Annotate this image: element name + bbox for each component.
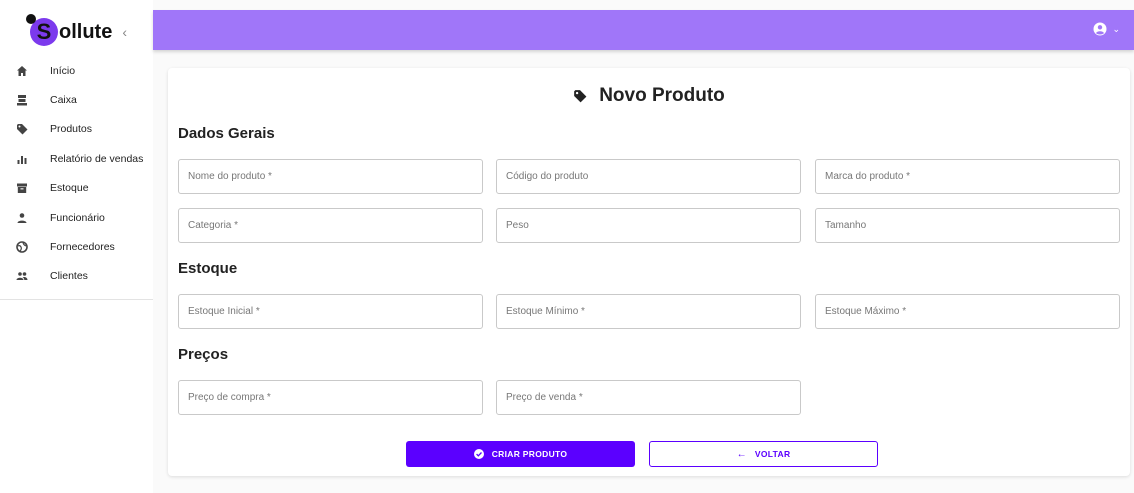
initial-stock-input[interactable] <box>179 295 482 328</box>
section-title-stock: Estoque <box>178 260 238 277</box>
weight-field <box>496 208 801 243</box>
sidebar-item-estoque[interactable]: Estoque <box>0 174 153 203</box>
people-icon <box>16 270 28 282</box>
create-product-label: CRIAR PRODUTO <box>491 449 568 459</box>
check-circle-icon <box>473 449 484 459</box>
purchase-price-field <box>178 380 483 415</box>
tag-icon <box>574 90 587 103</box>
back-label: VOLTAR <box>754 449 791 459</box>
back-button[interactable]: ← VOLTAR <box>649 441 878 467</box>
sidebar-item-produtos[interactable]: Produtos <box>0 115 153 144</box>
new-product-form: Novo Produto Dados Gerais Estoque Preços <box>168 68 1130 476</box>
user-circle-icon <box>1093 22 1107 36</box>
max-stock-field <box>815 294 1120 329</box>
archive-icon <box>16 182 28 194</box>
create-product-button[interactable]: CRIAR PRODUTO <box>406 441 635 467</box>
category-input[interactable] <box>179 209 482 242</box>
initial-stock-field <box>178 294 483 329</box>
sidebar-item-relatorio-de-vendas[interactable]: Relatório de vendas <box>0 144 153 173</box>
category-field <box>178 208 483 243</box>
sidebar-item-label: Caixa <box>50 94 77 107</box>
home-icon <box>16 65 28 77</box>
sidebar-item-inicio[interactable]: Início <box>0 56 153 85</box>
top-app-bar: ⌄ <box>153 10 1134 50</box>
globe-icon <box>16 241 28 253</box>
sidebar-item-clientes[interactable]: Clientes <box>0 262 153 291</box>
sidebar-item-label: Fornecedores <box>50 241 115 254</box>
person-icon <box>16 212 28 224</box>
section-title-prices: Preços <box>178 346 229 363</box>
page-title-text: Novo Produto <box>599 85 725 106</box>
sidebar-item-label: Funcionário <box>50 211 105 224</box>
product-brand-field <box>815 159 1120 194</box>
sidebar-nav: Início Caixa Produtos Relatório de venda… <box>0 56 153 301</box>
product-code-input[interactable] <box>497 160 800 193</box>
chevron-down-icon: ⌄ <box>1112 23 1120 34</box>
sidebar-item-funcionario[interactable]: Funcionário <box>0 203 153 232</box>
sidebar-item-label: Início <box>50 64 76 77</box>
size-field <box>815 208 1120 243</box>
min-stock-field <box>496 294 801 329</box>
min-stock-input[interactable] <box>497 295 800 328</box>
bar-chart-icon <box>16 153 28 165</box>
sidebar-item-label: Relatório de vendas <box>50 152 144 165</box>
sidebar-item-label: Produtos <box>50 123 93 136</box>
sidebar-item-fornecedores[interactable]: Fornecedores <box>0 232 153 261</box>
cash-register-icon <box>16 94 28 106</box>
product-code-field <box>496 159 801 194</box>
sidebar-item-label: Estoque <box>50 182 89 195</box>
product-brand-input[interactable] <box>816 160 1119 193</box>
product-name-input[interactable] <box>179 160 482 193</box>
section-title-general: Dados Gerais <box>178 125 275 142</box>
tag-icon <box>16 123 28 135</box>
brand-name: ollute <box>59 20 113 43</box>
arrow-left-icon: ← <box>736 448 747 460</box>
sidebar-item-label: Clientes <box>50 270 88 283</box>
size-input[interactable] <box>816 209 1119 242</box>
sidebar: S ollute ‹ Início Caixa Produtos Relatór… <box>0 0 153 493</box>
purchase-price-input[interactable] <box>179 381 482 414</box>
page-title: Novo Produto <box>168 85 1130 107</box>
sale-price-input[interactable] <box>497 381 800 414</box>
sidebar-item-caixa[interactable]: Caixa <box>0 85 153 114</box>
weight-input[interactable] <box>497 209 800 242</box>
product-name-field <box>178 159 483 194</box>
collapse-sidebar-button[interactable]: ‹ <box>122 24 127 40</box>
account-menu-button[interactable]: ⌄ <box>1093 22 1120 36</box>
brand-logo-mark: S <box>26 14 58 46</box>
max-stock-input[interactable] <box>816 295 1119 328</box>
sale-price-field <box>496 380 801 415</box>
brand-logo: S ollute ‹ <box>26 14 127 50</box>
